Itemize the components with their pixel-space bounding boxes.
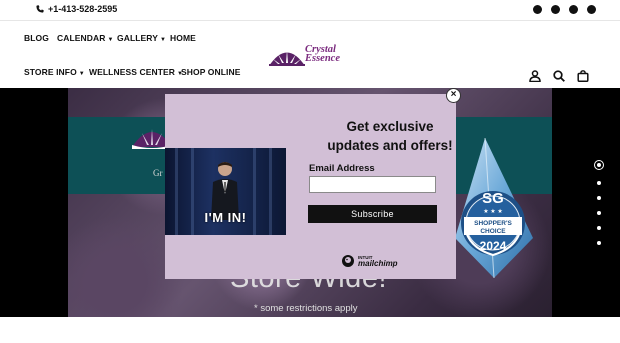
nav-blog[interactable]: BLOG: [24, 33, 49, 43]
page: +1-413-528-2595 BLOG CALENDAR ▼ GALLERY ▼ …: [0, 0, 620, 343]
mailchimp-wordmark: INTUIT mailchimp: [358, 255, 398, 268]
nav-home[interactable]: HOME: [170, 33, 196, 43]
phone-icon: [36, 5, 44, 13]
account-icon[interactable]: [529, 70, 541, 82]
slider-dots: [594, 160, 604, 245]
tripadvisor-icon[interactable]: [587, 5, 596, 14]
social-links: [533, 5, 596, 14]
nav-calendar[interactable]: CALENDAR ▼: [57, 33, 114, 43]
nav-calendar-label: CALENDAR: [57, 33, 106, 43]
badge-stars-icon: ★ ★ ★: [483, 208, 502, 215]
chevron-down-icon: ▼: [160, 37, 167, 43]
email-field[interactable]: [309, 176, 436, 193]
slider-dot[interactable]: [597, 196, 601, 200]
mailchimp-logo[interactable]: INTUIT mailchimp: [341, 254, 398, 268]
nav-gallery-label: GALLERY: [117, 33, 158, 43]
lotus-logo-icon: [269, 50, 305, 66]
popup-title: Get exclusive updates and offers!: [327, 119, 453, 153]
logo-line-2: Essence: [305, 53, 340, 64]
slider-dot[interactable]: [594, 160, 604, 170]
search-icon[interactable]: [553, 70, 565, 82]
email-label: Email Address: [309, 163, 375, 174]
mailchimp-name: mailchimp: [358, 258, 398, 268]
slider-dot[interactable]: [597, 241, 601, 245]
close-icon[interactable]: ×: [446, 88, 461, 103]
chevron-down-icon: ▼: [107, 37, 114, 43]
nav-store-info-label: STORE INFO: [24, 67, 77, 77]
nav-gallery[interactable]: GALLERY ▼: [117, 33, 166, 43]
popup-gif: I'M IN!: [165, 148, 286, 235]
top-bar: +1-413-528-2595: [0, 0, 620, 21]
pinterest-icon[interactable]: [569, 5, 578, 14]
slider-dot[interactable]: [597, 181, 601, 185]
nav-wellness-center[interactable]: WELLNESS CENTER ▼: [89, 67, 183, 77]
nav-shop-online-label: SHOP ONLINE: [181, 67, 241, 77]
nav-blog-label: BLOG: [24, 33, 49, 43]
nav-home-label: HOME: [170, 33, 196, 43]
facebook-icon[interactable]: [533, 5, 542, 14]
logo-text: Crystal Essence: [305, 44, 340, 64]
site-header: BLOG CALENDAR ▼ GALLERY ▼ HOME STORE INFO ▼…: [0, 21, 620, 88]
hero-partial-text: Gr: [153, 168, 163, 178]
phone-link[interactable]: +1-413-528-2595: [36, 4, 117, 14]
gif-caption: I'M IN!: [204, 210, 247, 225]
badge-sg: SG: [482, 190, 504, 207]
nav-store-info[interactable]: STORE INFO ▼: [24, 67, 85, 77]
hero-restrictions: * some restrictions apply: [254, 303, 358, 314]
cart-icon[interactable]: [577, 70, 589, 82]
badge-year: 2024: [480, 239, 507, 253]
nav-wellness-center-label: WELLNESS CENTER: [89, 67, 176, 77]
badge-line-1: SHOPPER'S: [474, 220, 512, 227]
phone-number: +1-413-528-2595: [48, 4, 118, 14]
subscribe-button[interactable]: Subscribe: [308, 205, 437, 223]
slider-dot[interactable]: [597, 211, 601, 215]
instagram-icon[interactable]: [551, 5, 560, 14]
newsletter-popup: I'M IN! Get exclusive updates and offers…: [165, 94, 456, 279]
chevron-down-icon: ▼: [78, 71, 85, 77]
slider-dot[interactable]: [597, 226, 601, 230]
nav-shop-online[interactable]: SHOP ONLINE: [181, 67, 241, 77]
shoppers-choice-badge: SG ★ ★ ★ SHOPPER'S CHOICE 2024: [455, 138, 533, 278]
site-logo[interactable]: Crystal Essence: [268, 43, 352, 67]
badge-line-2: CHOICE: [480, 228, 506, 235]
mailchimp-icon: [342, 255, 354, 267]
